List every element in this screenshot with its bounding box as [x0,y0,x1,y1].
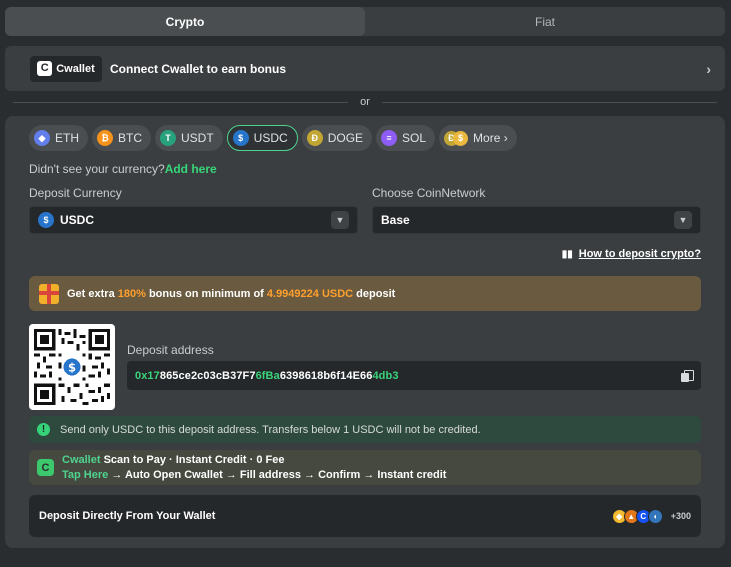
scan-line1-brand: Cwallet [62,453,101,466]
coin-selector: ◆ ETH ₿ BTC T USDT $ USDC Ð DOGE ≡ SOL Ð… [29,125,517,151]
how-to-deposit-text: How to deposit crypto? [578,248,701,260]
scan-line-2: Tap Here → Auto Open Cwallet → Fill addr… [62,468,446,483]
deposit-currency-value: USDC [60,213,95,227]
scan-line1-rest: Scan to Pay · Instant Credit · 0 Fee [100,453,285,466]
scan-line2-rest: → Auto Open Cwallet → Fill address → Con… [108,468,447,481]
scan-line-1: Cwallet Scan to Pay · Instant Credit · 0… [62,453,446,468]
deposit-from-wallet-button[interactable]: Deposit Directly From Your Wallet ◆ ▲ C … [29,495,701,537]
crypto-deposit-panel: ◆ ETH ₿ BTC T USDT $ USDC Ð DOGE ≡ SOL Ð… [5,116,725,548]
scan-line2-brand[interactable]: Tap Here [62,469,108,481]
coin-chip-btc[interactable]: ₿ BTC [92,125,151,151]
deposit-address-field[interactable]: 0x17865ce2c03cB37F76fBa6398618b6f14E664d… [127,361,701,390]
add-currency-link[interactable]: Add here [165,162,217,176]
addr-hl: 6fBa [255,369,280,382]
coin-chip-more[interactable]: Ð $ More › [439,125,517,151]
trust-wallet-icon: ◖ [647,508,663,524]
deposit-method-tabs: Crypto Fiat [5,7,725,36]
coin-label: USDT [181,131,214,145]
more-coins-icon: Ð $ [444,130,469,146]
alert-icon: ! [37,423,50,436]
bonus-text: Get extra 180% bonus on minimum of 4.994… [67,288,395,300]
chevron-down-icon: ▼ [674,211,692,229]
qr-code-image: $ [34,329,110,405]
or-divider: or [13,94,717,110]
connect-cwallet-text: Connect Cwallet to earn bonus [110,61,287,76]
cwallet-logo: C Cwallet [30,55,102,82]
usdc-icon: $ [38,212,54,228]
deposit-currency-label: Deposit Currency [29,186,122,200]
wallet-count: +300 [670,511,691,521]
addr-start: 0x17 [135,369,160,382]
missing-currency-question: Didn't see your currency? [29,162,165,176]
chevron-down-icon: ▼ [331,211,349,229]
divider-line-right [381,101,717,103]
coin-chip-eth[interactable]: ◆ ETH [29,125,88,151]
coin-chip-doge[interactable]: Ð DOGE [301,125,373,151]
tab-fiat[interactable]: Fiat [365,7,725,36]
chevron-right-icon: › [706,60,711,77]
copy-icon[interactable] [681,369,694,382]
scan-banner-text: Cwallet Scan to Pay · Instant Credit · 0… [62,453,446,483]
cwallet-logo-text: Cwallet [56,62,95,75]
cwallet-mark-icon: C [37,61,53,76]
btc-icon: ₿ [97,130,113,146]
coin-label: BTC [118,131,142,145]
coin-network-label: Choose CoinNetwork [372,186,486,200]
coin-label: DOGE [327,131,364,145]
deposit-currency-select[interactable]: $ USDC ▼ [29,206,358,234]
divider-line-left [13,101,349,103]
deposit-from-wallet-text: Deposit Directly From Your Wallet [39,510,216,522]
coin-network-select[interactable]: Base ▼ [372,206,701,234]
tab-crypto[interactable]: Crypto [5,7,365,36]
addr-end: 4db3 [372,369,399,382]
eth-icon: ◆ [34,130,50,146]
sol-icon: ≡ [381,130,398,146]
cwallet-scan-icon: C [37,459,54,476]
usdt-icon: T [160,130,176,146]
missing-currency-text: Didn't see your currency?Add here [29,162,217,176]
wallet-icons: ◆ ▲ C ◖ [611,508,663,524]
coin-chip-sol[interactable]: ≡ SOL [376,125,436,151]
addr-mid2: 6398618b6f14E66 [279,369,373,382]
bonus-banner: Get extra 180% bonus on minimum of 4.994… [29,276,701,311]
coin-chip-usdc[interactable]: $ USDC [226,125,298,151]
coin-chip-usdt[interactable]: T USDT [155,125,223,151]
addr-mid1: 865ce2c03cB37F7 [159,369,256,382]
usdc-icon: $ [232,130,249,146]
coin-label: More › [473,131,508,145]
or-text: or [360,96,370,108]
gift-icon [39,283,59,304]
coin-label: SOL [402,131,427,145]
deposit-warning: ! Send only USDC to this deposit address… [29,416,701,443]
coin-mini-icon: $ [453,130,469,146]
connect-cwallet-banner[interactable]: C Cwallet Connect Cwallet to earn bonus … [5,46,725,91]
bonus-pre: Get extra [67,287,118,300]
coin-label: USDC [253,131,288,145]
bonus-post: deposit [353,287,396,300]
bonus-amount: 4.9949224 USDC [266,287,354,300]
deposit-qr-code: $ [29,324,115,410]
cwallet-scan-banner[interactable]: C Cwallet Scan to Pay · Instant Credit ·… [29,450,701,485]
coin-label: ETH [55,131,79,145]
bonus-mid: bonus on minimum of [145,287,267,300]
coin-network-value: Base [381,213,410,227]
book-icon: ▮▮ [561,248,573,260]
doge-icon: Ð [306,130,323,146]
deposit-address-value: 0x17865ce2c03cB37F76fBa6398618b6f14E664d… [135,370,681,382]
how-to-deposit-link[interactable]: ▮▮ How to deposit crypto? [562,248,701,260]
deposit-address-label: Deposit address [127,343,214,357]
bonus-percent: 180% [117,287,146,300]
deposit-warning-text: Send only USDC to this deposit address. … [60,423,481,436]
svg-text:$: $ [68,361,76,375]
